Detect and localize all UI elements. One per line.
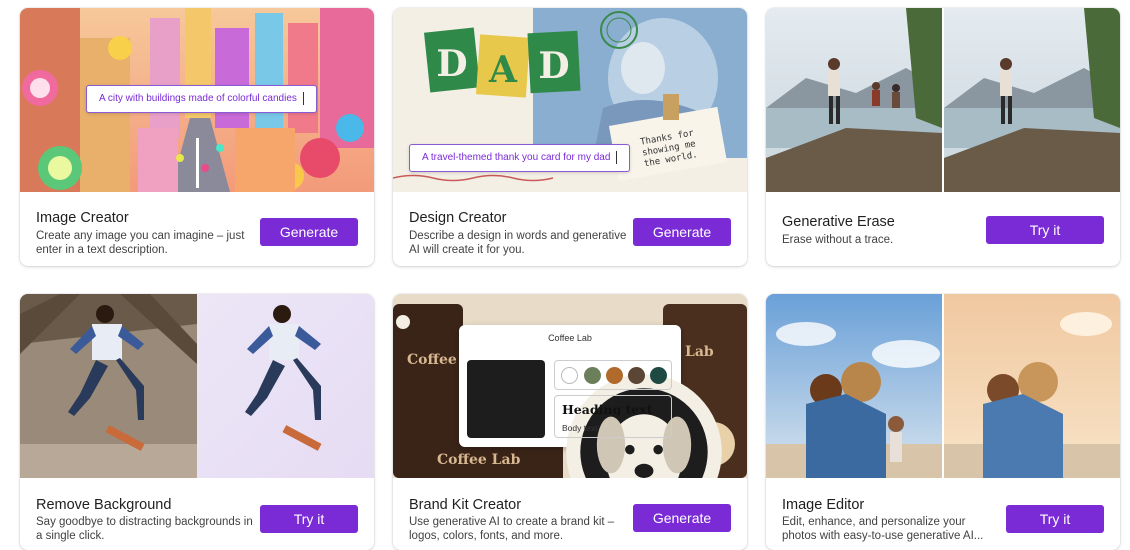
generate-button[interactable]: Generate	[260, 218, 358, 246]
bg-lab-text: Lab	[685, 344, 714, 360]
before-after-erase-image	[766, 8, 1120, 192]
card-design-creator[interactable]: D A D Thanks for showing me the world. A…	[393, 8, 747, 266]
text-caret	[616, 150, 618, 164]
letter-a: A	[488, 49, 518, 91]
card-title: Design Creator	[409, 210, 507, 226]
image-editor-preview	[766, 294, 1120, 478]
card-description: Edit, enhance, and personalize your phot…	[782, 516, 984, 542]
typography-sample: Heading text Body text	[554, 395, 672, 438]
card-description: Say goodbye to distracting backgrounds i…	[36, 516, 253, 542]
heading-sample: Heading text	[562, 402, 653, 417]
card-title: Image Editor	[782, 497, 865, 513]
brand-name: Coffee Lab	[548, 333, 592, 343]
swatch-brown	[628, 367, 645, 384]
prompt-text: A city with buildings made of colorful c…	[99, 93, 297, 104]
card-title: Image Creator	[36, 210, 129, 226]
card-description: Create any image you can imagine – just …	[36, 230, 245, 256]
card-footer: Remove Background Say goodbye to distrac…	[20, 478, 374, 550]
try-it-button[interactable]: Try it	[1006, 505, 1104, 533]
card-title: Generative Erase	[782, 214, 895, 230]
design-creator-preview: D A D Thanks for showing me the world. A…	[393, 8, 747, 192]
try-it-button[interactable]: Try it	[260, 505, 358, 533]
card-footer: Brand Kit Creator Use generative AI to c…	[393, 478, 747, 550]
card-footer: Image Creator Create any image you can i…	[20, 192, 374, 266]
generate-button[interactable]: Generate	[633, 504, 731, 532]
swatch-orange	[606, 367, 623, 384]
text-caret	[302, 91, 304, 105]
swatch-teal	[650, 367, 667, 384]
card-image-editor[interactable]: Image Editor Edit, enhance, and personal…	[766, 294, 1120, 550]
skater-before-after-image	[20, 294, 374, 478]
card-description: Use generative AI to create a brand kit …	[409, 516, 615, 542]
card-footer: Design Creator Describe a design in word…	[393, 192, 747, 266]
prompt-text: A travel-themed thank you card for my da…	[422, 152, 611, 163]
image-creator-preview: A city with buildings made of colorful c…	[20, 8, 374, 192]
prompt-input-preview: A travel-themed thank you card for my da…	[409, 144, 631, 172]
brand-kit-panel: Coffee Lab Heading text Body text	[459, 325, 722, 478]
body-sample: Body text	[562, 423, 598, 433]
letter-d-1: D	[436, 43, 467, 85]
card-footer: Image Editor Edit, enhance, and personal…	[766, 478, 1120, 550]
generative-erase-preview	[766, 8, 1120, 192]
letter-d-2: D	[538, 45, 569, 87]
prompt-input-preview: A city with buildings made of colorful c…	[86, 85, 317, 113]
swatch-olive	[584, 367, 601, 384]
try-it-button[interactable]: Try it	[986, 216, 1104, 244]
card-generative-erase[interactable]: Generative Erase Erase without a trace. …	[766, 8, 1120, 266]
remove-background-preview	[20, 294, 374, 478]
card-brand-kit-creator[interactable]: Coffee Lab Lab Coffee Lab Coffee Lab Hea…	[393, 294, 747, 550]
card-description: Erase without a trace.	[782, 234, 894, 246]
card-image-creator[interactable]: A city with buildings made of colorful c…	[20, 8, 374, 266]
card-remove-background[interactable]: Remove Background Say goodbye to distrac…	[20, 294, 374, 550]
dog-logo-icon	[467, 360, 722, 478]
brand-kit-preview: Coffee Lab Lab Coffee Lab Coffee Lab Hea…	[393, 294, 747, 478]
card-title: Remove Background	[36, 497, 172, 513]
card-title: Brand Kit Creator	[409, 497, 522, 513]
color-palette	[554, 360, 672, 390]
card-description: Describe a design in words and generativ…	[409, 230, 627, 256]
generate-button[interactable]: Generate	[633, 218, 731, 246]
swatch-white	[561, 367, 578, 384]
card-footer: Generative Erase Erase without a trace. …	[766, 192, 1120, 266]
beach-couple-before-after-image	[766, 294, 1120, 478]
